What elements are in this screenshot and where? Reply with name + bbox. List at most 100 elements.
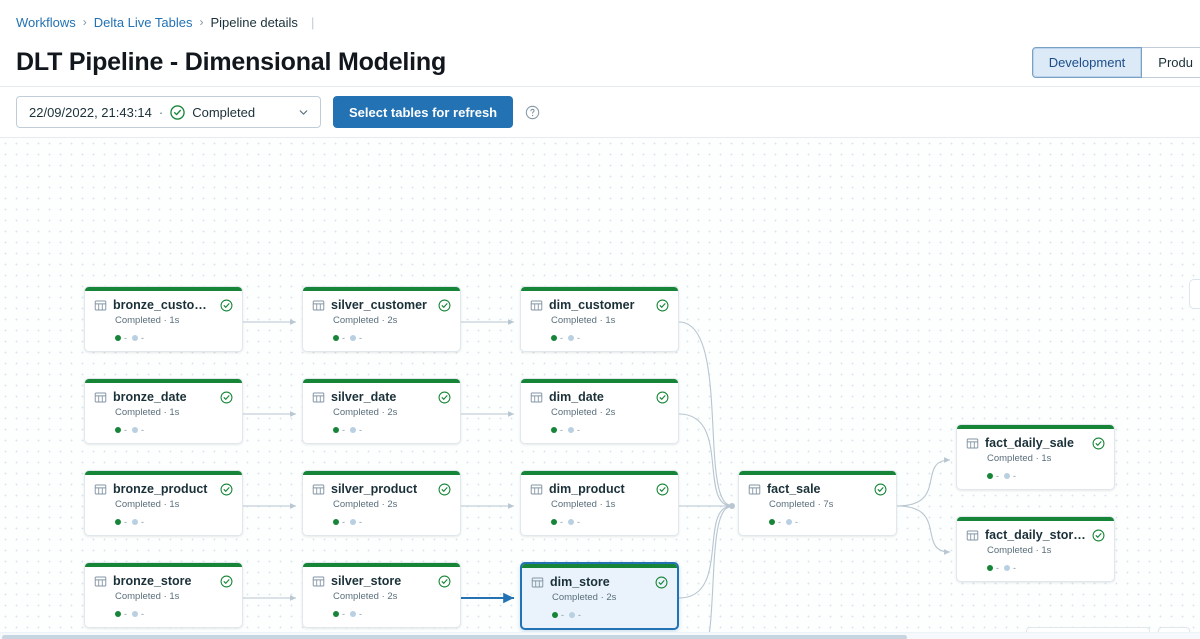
env-button-development[interactable]: Development	[1032, 47, 1143, 78]
graph-node-silver_date[interactable]: silver_dateCompleted · 2s--	[302, 378, 461, 444]
graph-node-dim_customer[interactable]: dim_customerCompleted · 1s--	[520, 286, 679, 352]
node-status-text: Completed · 1s	[115, 407, 233, 418]
node-title: silver_date	[331, 390, 432, 404]
chevron-down-icon[interactable]	[297, 106, 310, 119]
metric-dropped: -	[350, 425, 362, 435]
metric-dot-green	[333, 611, 339, 617]
node-title: dim_date	[549, 390, 650, 404]
metric-value-records: -	[996, 563, 999, 573]
metric-value-records: -	[996, 471, 999, 481]
metric-dot-green	[333, 427, 339, 433]
select-tables-for-refresh-button[interactable]: Select tables for refresh	[333, 96, 513, 128]
graph-node-bronze_product[interactable]: bronze_productCompleted · 1s--	[84, 470, 243, 536]
metric-value-dropped: -	[359, 333, 362, 343]
metric-value-records: -	[560, 333, 563, 343]
metric-dropped: -	[132, 333, 144, 343]
metric-records: -	[115, 609, 127, 619]
metric-dot-green	[551, 335, 557, 341]
metric-dot-green	[115, 335, 121, 341]
graph-edge-silver_sale-to-fact_sale	[679, 506, 732, 639]
table-icon	[312, 575, 325, 588]
metric-dot-blue	[350, 519, 356, 525]
success-check-icon	[220, 575, 233, 588]
graph-node-silver_customer[interactable]: silver_customerCompleted · 2s--	[302, 286, 461, 352]
metric-value-records: -	[124, 425, 127, 435]
breadcrumb-separator-icon: ›	[83, 15, 87, 29]
breadcrumb-item-delta-live-tables[interactable]: Delta Live Tables	[94, 15, 193, 30]
node-status-text: Completed · 1s	[987, 545, 1105, 556]
success-check-icon	[438, 299, 451, 312]
node-metrics: --	[333, 609, 451, 619]
graph-node-bronze_customer[interactable]: bronze_customerCompleted · 1s--	[84, 286, 243, 352]
metric-dot-blue	[786, 519, 792, 525]
graph-node-fact_sale[interactable]: fact_saleCompleted · 7s--	[738, 470, 897, 536]
metric-dot-blue	[350, 427, 356, 433]
metric-dropped: -	[132, 609, 144, 619]
metric-value-records: -	[342, 609, 345, 619]
metric-dropped: -	[350, 609, 362, 619]
node-title: silver_product	[331, 482, 432, 496]
node-metrics: --	[333, 425, 451, 435]
scrollbar-thumb[interactable]	[2, 635, 907, 639]
graph-node-dim_product[interactable]: dim_productCompleted · 1s--	[520, 470, 679, 536]
metric-value-records: -	[342, 517, 345, 527]
run-selector-dropdown[interactable]: 22/09/2022, 21:43:14 · Completed	[16, 96, 321, 128]
success-check-icon	[438, 575, 451, 588]
graph-node-bronze_date[interactable]: bronze_dateCompleted · 1s--	[84, 378, 243, 444]
node-title: bronze_customer	[113, 298, 214, 312]
table-icon	[94, 391, 107, 404]
breadcrumb-item-workflows[interactable]: Workflows	[16, 15, 76, 30]
graph-node-bronze_store[interactable]: bronze_storeCompleted · 1s--	[84, 562, 243, 628]
horizontal-scrollbar[interactable]	[0, 632, 1200, 639]
graph-node-dim_store[interactable]: dim_storeCompleted · 2s--	[520, 562, 679, 630]
metric-value-dropped: -	[1013, 563, 1016, 573]
table-icon	[94, 575, 107, 588]
metric-value-records: -	[561, 610, 564, 620]
graph-node-dim_date[interactable]: dim_dateCompleted · 2s--	[520, 378, 679, 444]
node-title: fact_sale	[767, 482, 868, 496]
environment-toggle[interactable]: Development Produ	[1032, 47, 1200, 78]
node-title: silver_store	[331, 574, 432, 588]
metric-records: -	[551, 517, 563, 527]
graph-node-fact_daily_sale[interactable]: fact_daily_saleCompleted · 1s--	[956, 424, 1115, 490]
metric-value-dropped: -	[141, 517, 144, 527]
metric-value-dropped: -	[141, 609, 144, 619]
page-header: DLT Pipeline - Dimensional Modeling Deve…	[0, 38, 1200, 86]
metric-value-dropped: -	[359, 609, 362, 619]
pipeline-graph-canvas[interactable]: bronze_customerCompleted · 1s--bronze_da…	[0, 138, 1200, 639]
env-button-production[interactable]: Produ	[1142, 47, 1200, 78]
metric-records: -	[115, 333, 127, 343]
table-icon	[312, 299, 325, 312]
graph-node-silver_store[interactable]: silver_storeCompleted · 2s--	[302, 562, 461, 628]
success-check-icon	[656, 483, 669, 496]
graph-node-silver_product[interactable]: silver_productCompleted · 2s--	[302, 470, 461, 536]
metric-dot-green	[115, 611, 121, 617]
graph-edge-dim_store-to-fact_sale	[679, 506, 732, 598]
node-title: dim_customer	[549, 298, 650, 312]
metric-records: -	[987, 471, 999, 481]
table-icon	[94, 299, 107, 312]
metric-dropped: -	[568, 517, 580, 527]
metric-records: -	[987, 563, 999, 573]
toolbar-container: 22/09/2022, 21:43:14 · Completed Select …	[0, 86, 1200, 138]
metric-dot-green	[333, 335, 339, 341]
metric-records: -	[333, 425, 345, 435]
metric-value-dropped: -	[359, 517, 362, 527]
node-title: dim_store	[550, 575, 649, 589]
metric-dropped: -	[1004, 471, 1016, 481]
run-timestamp: 22/09/2022, 21:43:14	[29, 105, 152, 120]
success-check-icon	[438, 483, 451, 496]
metric-value-records: -	[124, 609, 127, 619]
metric-value-records: -	[342, 333, 345, 343]
graph-node-fact_daily_store_s[interactable]: fact_daily_store_s...Completed · 1s--	[956, 516, 1115, 582]
node-status-text: Completed · 2s	[333, 315, 451, 326]
metric-dot-blue	[350, 335, 356, 341]
help-circle-icon[interactable]	[525, 105, 540, 120]
node-metrics: --	[769, 517, 887, 527]
metric-dot-blue	[1004, 565, 1010, 571]
metric-dropped: -	[350, 333, 362, 343]
node-status-text: Completed · 1s	[551, 499, 669, 510]
node-metrics: --	[115, 517, 233, 527]
metric-value-records: -	[778, 517, 781, 527]
metric-dot-blue	[568, 427, 574, 433]
